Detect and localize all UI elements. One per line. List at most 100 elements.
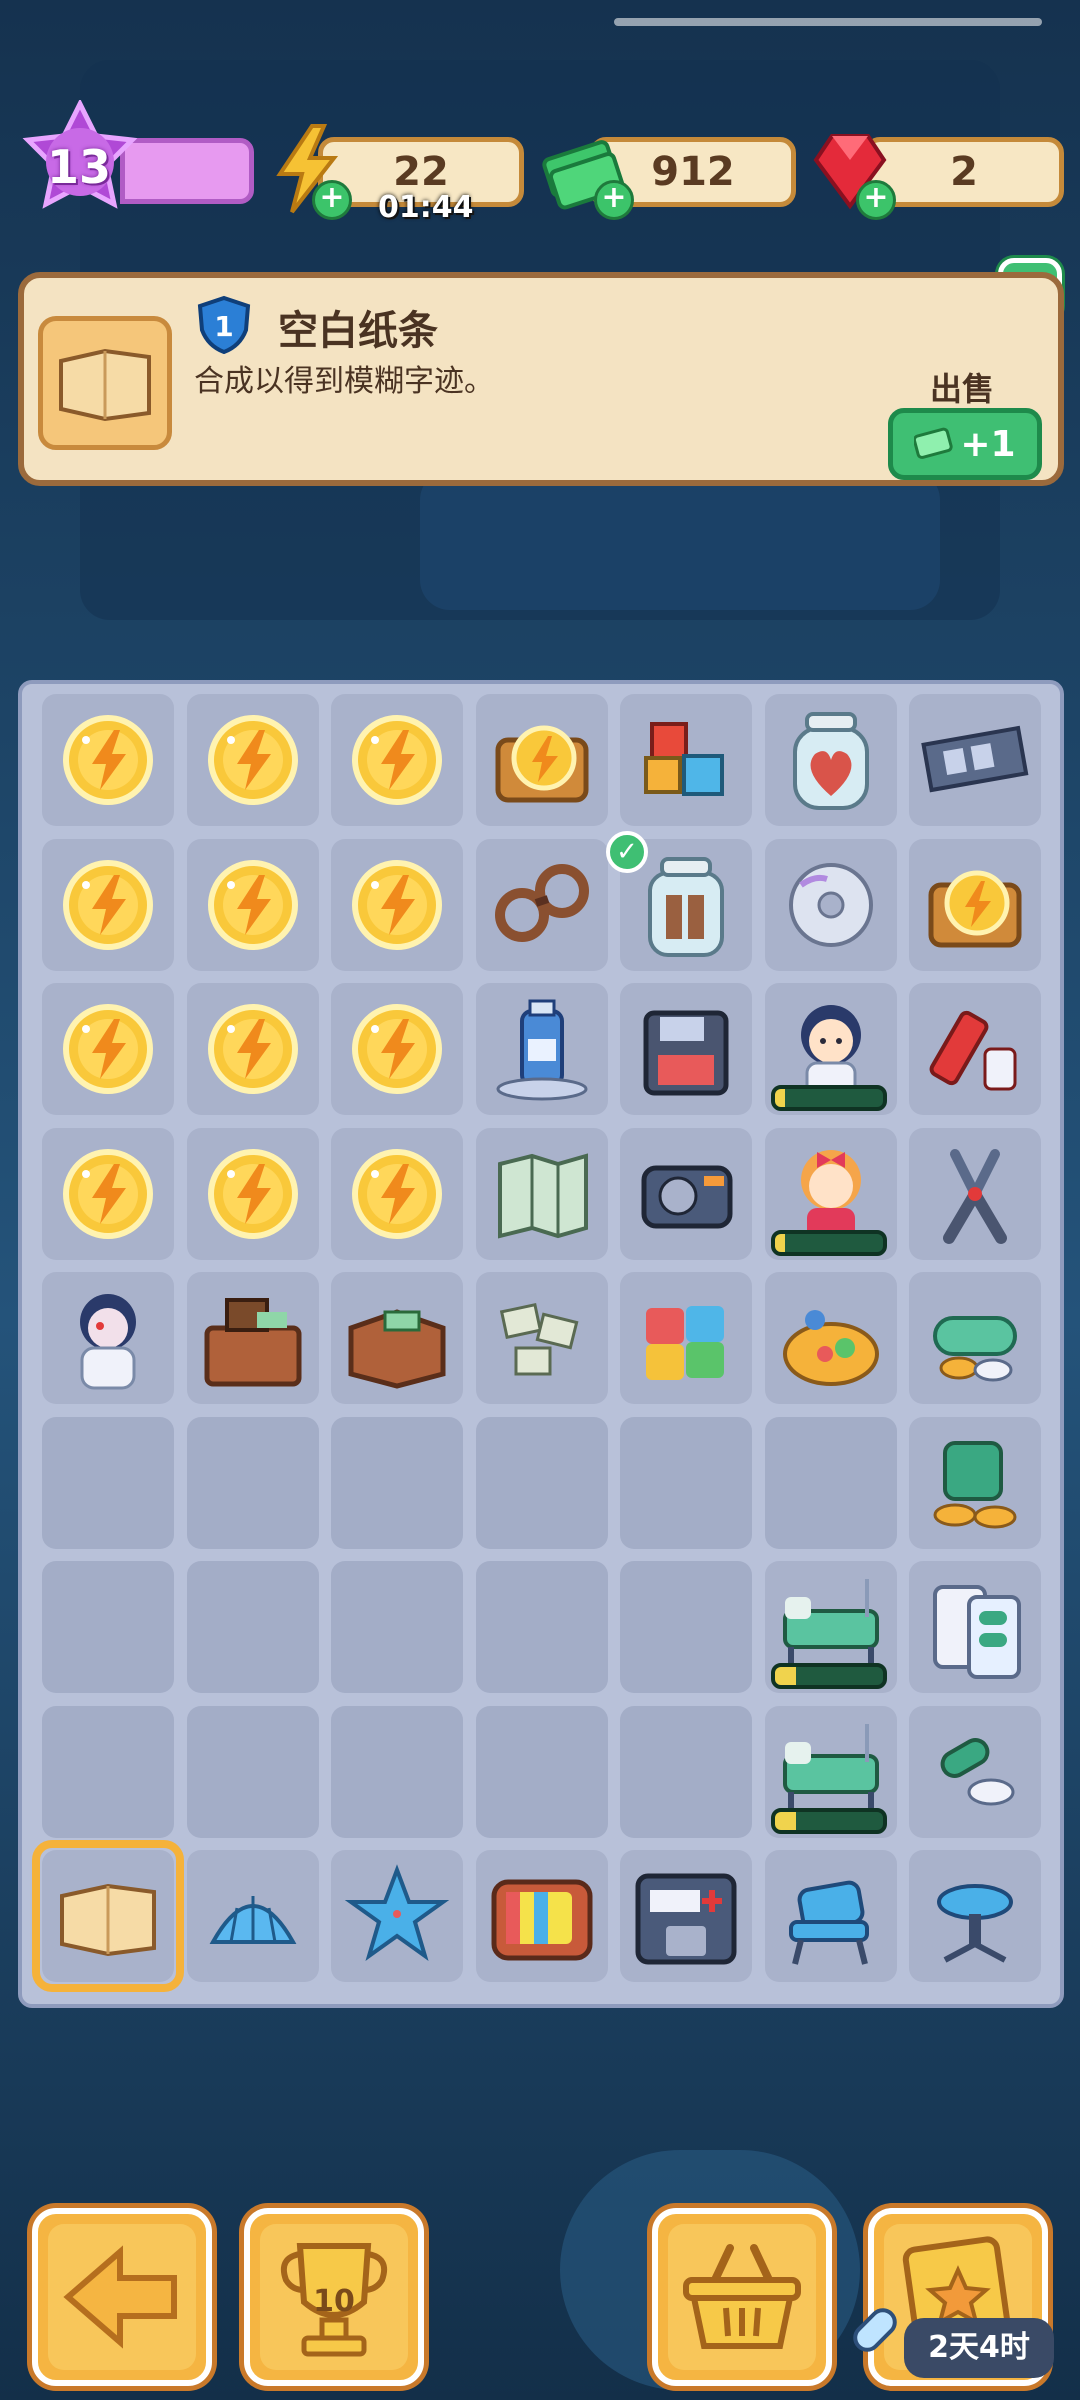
board-cell-empty[interactable]: [331, 1705, 463, 1838]
back-button-face: [48, 2224, 196, 2370]
production-progress-bar: [770, 1229, 887, 1256]
board-cell-heart-jar[interactable]: [764, 694, 897, 826]
stool-icon: [937, 1884, 1013, 1963]
board-cell-empty[interactable]: [620, 1705, 752, 1838]
capsules-icon: [940, 1737, 1015, 1805]
board-cell-energy-orb[interactable]: [42, 694, 174, 826]
board-cell-energy-chest[interactable]: [475, 694, 608, 826]
board-cell-empty[interactable]: [331, 1561, 463, 1693]
board-cell-energy-orb[interactable]: [42, 838, 174, 971]
board-cell-energy-orb[interactable]: [186, 1127, 319, 1260]
back-button[interactable]: [32, 2208, 212, 2386]
board-cell-syringe-kit[interactable]: [909, 983, 1041, 1115]
board-cell-nurse-ghost[interactable]: [42, 1272, 174, 1404]
board-cell-empty[interactable]: [331, 1416, 463, 1549]
board-cell-paper-scraps[interactable]: [475, 1272, 608, 1404]
xp-bar[interactable]: [120, 138, 254, 204]
board-cell-energy-orb[interactable]: [331, 694, 463, 826]
board-cell-empty[interactable]: [186, 1705, 319, 1838]
board-cell-cash-box[interactable]: [331, 1272, 463, 1404]
checkmark-icon: ✓: [606, 830, 648, 873]
board-cell-cash-desk[interactable]: [186, 1272, 319, 1404]
board-cell-hospital-bed[interactable]: [764, 1705, 897, 1838]
board-cell-red-bow-girl[interactable]: [764, 1127, 897, 1260]
board-cell-iv-bottle[interactable]: [475, 983, 608, 1115]
board-cell-puzzle-pieces[interactable]: [620, 1272, 752, 1404]
board-cell-energy-orb[interactable]: [186, 983, 319, 1115]
board-cell-capsules[interactable]: [909, 1705, 1041, 1838]
board-cell-hospital-bed[interactable]: [764, 1561, 897, 1693]
board-cell-energy-orb[interactable]: [42, 1127, 174, 1260]
board-cell-empty[interactable]: [475, 1705, 608, 1838]
pliers-icon: [943, 1148, 1007, 1244]
board-cell-empty[interactable]: [475, 1561, 608, 1693]
board-cell-empty[interactable]: [42, 1416, 174, 1549]
energy-add-button[interactable]: +: [312, 180, 352, 220]
board-cell-stool[interactable]: [909, 1850, 1041, 1982]
trophy-button-face: 10: [260, 2224, 408, 2370]
board-cell-toy-blocks[interactable]: [620, 694, 752, 826]
board-cell-empty[interactable]: [42, 1561, 174, 1693]
toy-blocks-icon: [644, 722, 724, 796]
energy-orb-icon: [207, 1004, 298, 1094]
board-cell-empty[interactable]: [42, 1705, 174, 1838]
board-cell-blank-note[interactable]: [32, 1840, 184, 1992]
gem-add-button[interactable]: +: [856, 180, 896, 220]
board-cell-starfish[interactable]: [331, 1850, 463, 1982]
board-cell-blister-pack[interactable]: [909, 1561, 1041, 1693]
sell-button[interactable]: +1: [888, 408, 1042, 480]
board-cell-girl-character[interactable]: [764, 983, 897, 1115]
cash-add-button[interactable]: +: [594, 180, 634, 220]
board-cell-film-strip[interactable]: [909, 694, 1041, 826]
energy-timer: 01:44: [378, 190, 474, 225]
basket-button[interactable]: [652, 2208, 832, 2386]
board-cell-paper-map[interactable]: [475, 1127, 608, 1260]
board-cell-empty[interactable]: [764, 1416, 897, 1549]
trophy-button[interactable]: 10: [244, 2208, 424, 2386]
item-level: 1: [214, 310, 233, 343]
merge-board: ✓: [18, 680, 1064, 2008]
energy-orb-icon: [352, 1004, 442, 1094]
board-cell-pliers[interactable]: [909, 1127, 1041, 1260]
nurse-ghost-icon: [80, 1294, 136, 1390]
board-cell-energy-orb[interactable]: [331, 838, 463, 971]
energy-orb-icon: [63, 1148, 153, 1239]
board-cell-shell[interactable]: [186, 1850, 319, 1982]
board-cell-tape-device[interactable]: [620, 1127, 752, 1260]
background-monitor: [420, 470, 940, 610]
board-game-icon: [782, 1310, 879, 1386]
cash-icon: [914, 427, 954, 459]
level-shield-icon: 1: [197, 295, 251, 354]
board-cell-retro-tv[interactable]: [475, 1850, 608, 1982]
cd-disc-icon: [788, 862, 873, 947]
board-cell-energy-chest[interactable]: [909, 838, 1041, 971]
pill-bottle-pile-icon: [933, 1440, 1017, 1528]
cash-desk-icon: [204, 1298, 301, 1387]
board-cell-pill-bottle-pile[interactable]: [909, 1416, 1041, 1549]
board-cell-energy-orb[interactable]: [331, 1127, 463, 1260]
blank-note-icon: [59, 348, 151, 422]
board-cell-medical-machine[interactable]: [620, 1850, 752, 1982]
board-cell-energy-orb[interactable]: [331, 983, 463, 1115]
board-cell-energy-orb[interactable]: [186, 694, 319, 826]
item-info-panel: 1 空白纸条 合成以得到模糊字迹。 出售 +1: [18, 272, 1064, 486]
board-cell-empty[interactable]: [186, 1416, 319, 1549]
board-cell-energy-orb[interactable]: [186, 838, 319, 971]
medical-machine-icon: [635, 1873, 737, 1965]
gem-value: 2: [950, 149, 978, 195]
board-cell-empty[interactable]: [620, 1561, 752, 1693]
progress-fill: [774, 1811, 797, 1830]
board-cell-floppy-disk[interactable]: [620, 983, 752, 1115]
board-cell-boots-jar[interactable]: ✓: [606, 830, 752, 971]
board-cell-energy-orb[interactable]: [42, 983, 174, 1115]
shell-icon: [209, 1896, 296, 1944]
board-cell-handcuffs[interactable]: [475, 838, 608, 971]
board-cell-waiting-chair[interactable]: [764, 1850, 897, 1982]
status-indicator: [614, 18, 1042, 26]
board-cell-pill-pile[interactable]: [909, 1272, 1041, 1404]
board-cell-board-game[interactable]: [764, 1272, 897, 1404]
board-cell-cd-disc[interactable]: [764, 838, 897, 971]
board-cell-empty[interactable]: [186, 1561, 319, 1693]
board-cell-empty[interactable]: [475, 1416, 608, 1549]
board-cell-empty[interactable]: [620, 1416, 752, 1549]
